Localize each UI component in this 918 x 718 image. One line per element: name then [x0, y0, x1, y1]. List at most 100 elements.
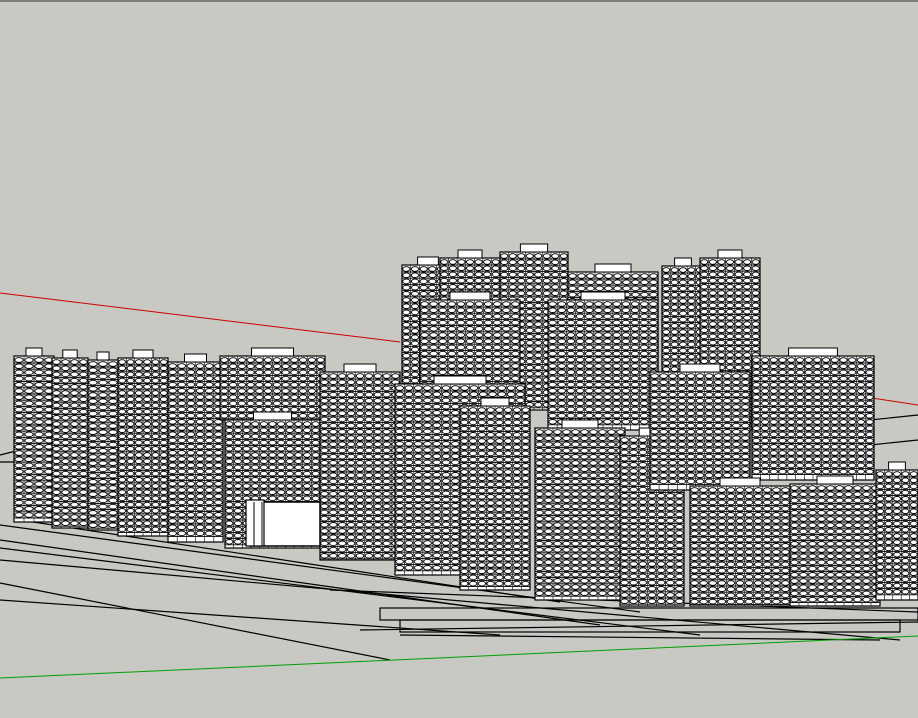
balcony-module — [760, 431, 770, 438]
balcony-module — [495, 494, 504, 500]
balcony-module — [589, 540, 598, 547]
tower-roof — [251, 347, 294, 357]
balcony-module — [338, 447, 347, 454]
balcony-module — [285, 489, 294, 495]
balcony-module — [118, 433, 127, 440]
balcony-module — [629, 517, 639, 524]
balcony-module — [134, 371, 143, 378]
balcony-module — [553, 435, 562, 441]
balcony-module — [225, 421, 234, 427]
balcony-module — [460, 391, 469, 397]
balcony-module — [402, 334, 411, 340]
balcony-module — [650, 429, 659, 435]
balcony-module — [70, 421, 79, 427]
balcony-module — [460, 419, 469, 426]
balcony-module — [329, 422, 338, 429]
balcony-module — [255, 369, 264, 376]
balcony-module — [204, 499, 214, 506]
balcony-module — [647, 499, 657, 505]
balcony-module — [571, 553, 580, 559]
balcony-module — [382, 379, 391, 385]
balcony-module — [299, 382, 308, 388]
balcony-module — [647, 598, 657, 604]
balcony-module — [553, 547, 562, 553]
balcony-module — [151, 483, 160, 489]
balcony-module — [423, 459, 432, 466]
balcony-module — [708, 333, 717, 340]
balcony-module — [338, 385, 347, 392]
balcony-module — [410, 346, 420, 353]
balcony-module — [656, 573, 666, 580]
balcony-module — [649, 338, 658, 344]
balcony-module — [52, 421, 61, 427]
balcony-module — [575, 338, 585, 344]
balcony-module — [486, 506, 495, 512]
balcony-module — [839, 462, 848, 469]
balcony-module — [474, 313, 484, 320]
balcony-module — [830, 450, 839, 456]
slab-center-1 — [319, 363, 401, 561]
balcony-module — [242, 421, 251, 427]
balcony-module — [804, 400, 813, 407]
balcony-module — [603, 332, 612, 338]
balcony-module — [708, 358, 717, 364]
balcony-module — [631, 291, 640, 298]
balcony-module — [665, 499, 675, 505]
balcony-module — [460, 413, 469, 419]
balcony-module — [364, 515, 374, 522]
balcony-module — [813, 468, 822, 475]
balcony-module — [584, 332, 594, 338]
balcony-module — [70, 489, 79, 495]
balcony-module — [620, 449, 629, 456]
balcony-module — [402, 377, 411, 384]
balcony-module — [355, 497, 365, 503]
balcony-module — [469, 407, 478, 413]
balcony-module — [778, 468, 787, 475]
balcony-module — [557, 332, 567, 338]
balcony-module — [457, 284, 466, 290]
balcony-module — [620, 437, 629, 443]
balcony-module — [557, 319, 567, 326]
balcony-module — [865, 382, 874, 388]
balcony-module — [512, 475, 522, 481]
balcony-module — [432, 472, 442, 478]
balcony-module — [355, 553, 365, 559]
balcony-module — [151, 520, 160, 526]
balcony-module — [233, 470, 243, 477]
balcony-module — [151, 396, 160, 402]
balcony-module — [512, 450, 522, 457]
balcony-module — [534, 271, 543, 278]
balcony-module — [402, 291, 411, 297]
balcony-module — [311, 452, 320, 458]
balcony-module — [429, 363, 438, 369]
balcony-module — [734, 315, 743, 321]
balcony-module — [553, 509, 562, 516]
balcony-module — [493, 369, 502, 375]
balcony-module — [743, 339, 752, 346]
balcony-module — [708, 259, 717, 265]
balcony-module — [535, 590, 544, 596]
balcony-module — [589, 553, 598, 559]
balcony-module — [580, 503, 589, 510]
balcony-module — [725, 321, 735, 327]
balcony-module — [474, 350, 484, 357]
balcony-module — [580, 522, 589, 528]
balcony-module — [447, 357, 457, 363]
balcony-module — [821, 394, 831, 400]
balcony-module — [440, 277, 449, 284]
balcony-module — [307, 357, 317, 363]
balcony-module — [237, 382, 246, 388]
balcony-module — [428, 266, 437, 272]
balcony-module — [534, 278, 543, 284]
balcony-module — [477, 506, 487, 512]
balcony-module — [665, 505, 675, 511]
balcony-module — [553, 540, 562, 547]
balcony-module — [34, 413, 44, 419]
3d-model-viewport[interactable] — [0, 0, 918, 718]
balcony-module — [465, 319, 475, 326]
balcony-module — [228, 400, 238, 407]
balcony-module — [428, 291, 437, 297]
balcony-module — [630, 326, 640, 332]
balcony-module — [168, 363, 177, 369]
balcony-module — [277, 458, 286, 464]
